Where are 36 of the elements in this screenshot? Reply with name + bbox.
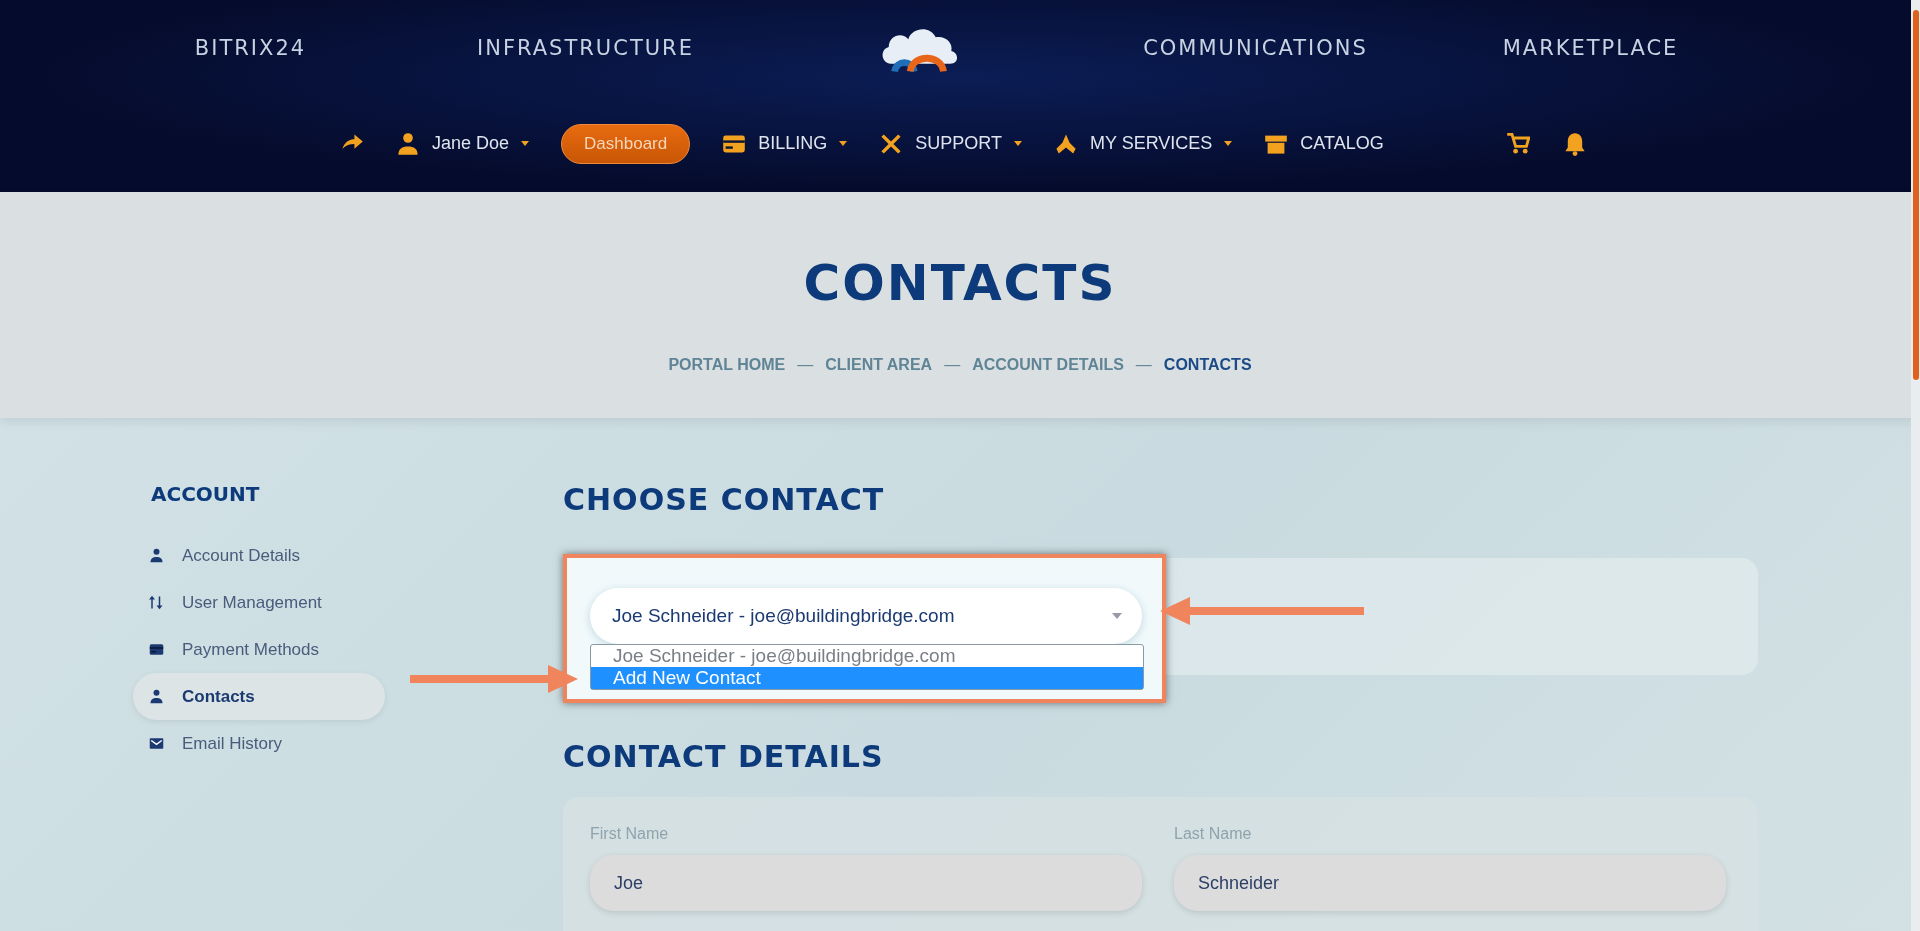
nav-link[interactable]: MARKETPLACE bbox=[1502, 35, 1679, 60]
sidebar-item[interactable]: Email History bbox=[133, 720, 385, 767]
input-field[interactable]: Schneider bbox=[1174, 855, 1726, 911]
sidebar-item[interactable]: User Management bbox=[133, 579, 385, 626]
sidebar-item[interactable]: Payment Methods bbox=[133, 626, 385, 673]
up-down-arrows-icon bbox=[149, 595, 164, 610]
user-icon bbox=[149, 548, 164, 563]
section-heading: CHOOSE CONTACT bbox=[563, 481, 886, 519]
menu-link[interactable]: BILLING bbox=[758, 133, 828, 154]
nav-link[interactable]: INFRASTRUCTURE bbox=[477, 35, 694, 60]
nav-link[interactable]: BITRIX24 bbox=[194, 35, 307, 60]
cart-icon[interactable] bbox=[1505, 131, 1530, 156]
breadcrumb-link[interactable]: CONTACTS bbox=[1163, 356, 1252, 374]
nav-link[interactable]: COMMUNICATIONS bbox=[1143, 35, 1368, 60]
sidebar-item[interactable]: Account Details bbox=[133, 532, 385, 579]
sidebar-item[interactable]: Contacts bbox=[133, 673, 385, 720]
scrollbar-thumb[interactable] bbox=[1912, 10, 1919, 380]
input-field[interactable]: Joe bbox=[590, 855, 1142, 911]
credit-card-icon bbox=[149, 642, 164, 657]
dropdown-option[interactable]: Joe Schneider - joe@buildingbridge.com bbox=[591, 645, 1143, 667]
menu-link[interactable]: SUPPORT bbox=[915, 133, 1002, 154]
envelope-icon bbox=[149, 736, 164, 751]
field-label: Last Name bbox=[1174, 825, 1253, 843]
breadcrumb-separator: — bbox=[797, 356, 814, 374]
page-title: CONTACTS bbox=[803, 254, 1117, 312]
user-icon bbox=[149, 689, 164, 704]
field-label: First Name bbox=[590, 825, 670, 843]
breadcrumb-separator: — bbox=[944, 356, 961, 374]
menu-link[interactable]: CATALOG bbox=[1300, 133, 1384, 154]
menu-link[interactable]: Jane Doe bbox=[432, 133, 510, 154]
menu-link[interactable]: MY SERVICES bbox=[1089, 133, 1213, 154]
section-heading: CONTACT DETAILS bbox=[563, 738, 885, 776]
sidebar-heading: ACCOUNT bbox=[151, 482, 261, 506]
user-icon bbox=[396, 131, 420, 156]
breadcrumb-separator: — bbox=[1135, 356, 1152, 374]
contact-select[interactable]: Joe Schneider - joe@buildingbridge.com bbox=[590, 588, 1142, 644]
